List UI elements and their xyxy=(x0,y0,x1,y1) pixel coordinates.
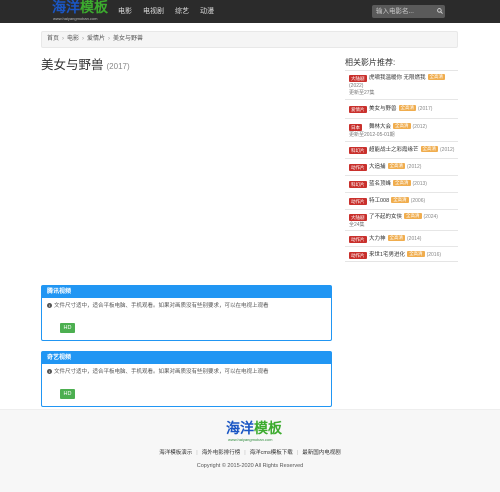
genre-tag: 动作片 xyxy=(349,164,367,171)
list-item[interactable]: 动作片 大力神 全高清 (2014) xyxy=(345,231,458,247)
search-input[interactable] xyxy=(372,5,445,18)
footer-link[interactable]: 海洋模板演示 xyxy=(159,450,192,456)
divider: | xyxy=(196,450,198,456)
nav-item-movie[interactable]: 电影 xyxy=(118,0,132,23)
hd-badge: 全高清 xyxy=(393,123,411,129)
panel-title: 腾讯视频 xyxy=(42,286,331,298)
info-icon: i xyxy=(47,369,52,374)
hd-badge: 全高清 xyxy=(407,251,425,257)
hd-badge: 全高清 xyxy=(404,213,422,219)
top-navbar: 海洋模板 www.haiyangmoban.com 电影 电视剧 综艺 动漫 xyxy=(0,0,500,23)
hd-badge: 全高清 xyxy=(391,197,409,203)
list-item[interactable]: 动作片 特工008 全高清 (2006) xyxy=(345,193,458,210)
footer: 海洋模板 www.haiyangmoban.com 海洋模板演示 | 海外电影排行榜… xyxy=(0,409,500,492)
player-panel-tencent: 腾讯视频 i 文件尺寸适中，适合平板电脑、手机观看。如果对画质没有些别要求，可以在… xyxy=(41,285,332,341)
list-item[interactable]: 科幻片 超能战士之彩霞缘芒 全高清 (2012) xyxy=(345,142,458,159)
chevron-right-icon: › xyxy=(62,36,65,42)
breadcrumb-movie[interactable]: 电影 xyxy=(67,36,79,42)
panel-title: 奇艺视频 xyxy=(42,352,331,364)
page-title: 美女与野兽 (2017) xyxy=(41,58,130,72)
genre-tag: 爱情片 xyxy=(349,106,367,113)
genre-tag: 大陆剧 xyxy=(349,214,367,221)
footer-links: 海洋模板演示 | 海外电影排行榜 | 海洋cms模板下载 | 最新国内电视剧 xyxy=(0,449,500,457)
hd-badge: 全高清 xyxy=(427,74,446,80)
footer-link[interactable]: 海洋cms模板下载 xyxy=(250,450,293,456)
hd-badge: 全高清 xyxy=(398,105,417,111)
list-item[interactable]: 大陆剧 虎啸我温暖你 无限燃我 全高清 (2022) 更新至27集 xyxy=(345,71,458,100)
genre-tag: 动作片 xyxy=(349,236,367,243)
info-icon: i xyxy=(47,303,52,308)
list-item[interactable]: 动作片 来世1宅男进化 全高清 (2016) xyxy=(345,247,458,263)
hd-badge: 全高清 xyxy=(387,163,406,169)
breadcrumb-current: 美女与野兽 xyxy=(113,36,144,42)
chevron-right-icon: › xyxy=(82,36,85,42)
genre-tag: 科幻片 xyxy=(349,147,367,154)
genre-tag: 日本 xyxy=(349,124,362,131)
hd-badge: 全高清 xyxy=(387,235,406,241)
list-item[interactable]: 科幻片 蓝名顶峰 全高清 (2013) xyxy=(345,176,458,193)
list-item[interactable]: 大陆剧 了不起的女侠 全高清 (2024) 全24集 xyxy=(345,210,458,231)
nav-item-variety[interactable]: 综艺 xyxy=(175,0,189,23)
breadcrumb-genre[interactable]: 爱情片 xyxy=(87,36,105,42)
site-logo[interactable]: 海洋模板 www.haiyangmoban.com xyxy=(52,1,108,22)
footer-link[interactable]: 海外电影排行榜 xyxy=(202,450,241,456)
list-item[interactable]: 爱情片 美女与野兽 全高清 (2017) xyxy=(345,100,458,119)
main-nav: 电影 电视剧 综艺 动漫 xyxy=(118,0,225,23)
footer-logo[interactable]: 海洋模板 www.haiyangmoban.com xyxy=(226,422,282,444)
related-list: 大陆剧 虎啸我温暖你 无限燃我 全高清 (2022) 更新至27集 爱情片 美女与… xyxy=(345,70,458,262)
hd-badge: 全高清 xyxy=(420,146,439,152)
divider: | xyxy=(244,450,246,456)
divider: | xyxy=(296,450,299,456)
genre-tag: 科幻片 xyxy=(349,181,367,188)
list-item[interactable]: 动作片 大追捕 全高清 (2012) xyxy=(345,159,458,176)
hd-play-button[interactable]: HD xyxy=(60,389,75,399)
hd-badge: 全高清 xyxy=(393,180,411,186)
breadcrumb: 首页 › 电影 › 爱情片 › 美女与野兽 xyxy=(41,31,458,48)
hd-play-button[interactable]: HD xyxy=(60,323,75,333)
related-title: 相关影片推荐: xyxy=(345,58,396,67)
genre-tag: 动作片 xyxy=(349,198,367,205)
nav-item-anime[interactable]: 动漫 xyxy=(200,0,214,23)
breadcrumb-home[interactable]: 首页 xyxy=(47,36,59,42)
genre-tag: 大陆剧 xyxy=(349,75,367,82)
search-icon[interactable] xyxy=(437,8,443,14)
movie-year: (2017) xyxy=(106,62,130,71)
list-item[interactable]: 日本 舞林大会 全高清 (2012) 更新至2012-05-01期 xyxy=(345,119,458,142)
chevron-right-icon: › xyxy=(108,36,111,42)
copyright: Copyright © 2015-2020 All Rights Reserve… xyxy=(196,463,304,469)
genre-tag: 动作片 xyxy=(349,252,367,259)
player-panel-iqiyi: 奇艺视频 i 文件尺寸适中，适合平板电脑、手机观看。如果对画质没有些别要求，可以在… xyxy=(41,351,332,407)
footer-link[interactable]: 最新国内电视剧 xyxy=(302,450,341,456)
nav-item-tv[interactable]: 电视剧 xyxy=(143,0,164,23)
